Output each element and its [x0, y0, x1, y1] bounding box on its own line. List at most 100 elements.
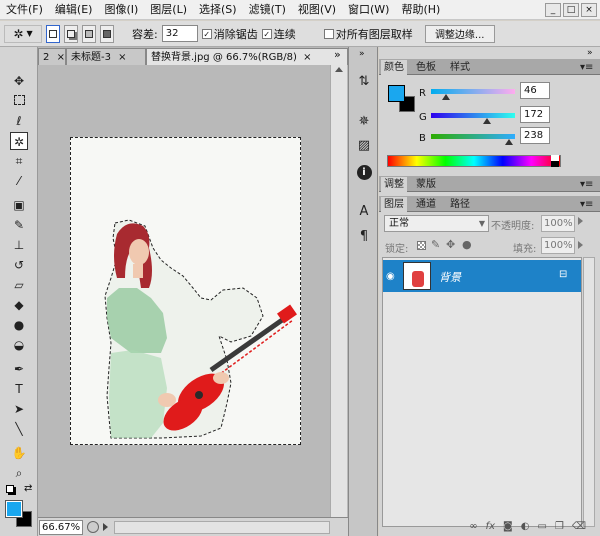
close-button[interactable]: ×: [581, 2, 597, 17]
maximize-button[interactable]: □: [563, 2, 579, 17]
menu-edit[interactable]: 编辑(E): [49, 0, 99, 20]
tab-swatches[interactable]: 色板: [413, 60, 439, 75]
tab-channels[interactable]: 通道: [413, 197, 439, 212]
lock-all-icon[interactable]: ●: [462, 238, 472, 251]
zoom-tool-icon[interactable]: ⌕: [10, 464, 28, 482]
close-icon[interactable]: ×: [118, 52, 126, 63]
tab-replace-background[interactable]: 替换背景.jpg @ 66.7%(RGB/8) ×: [146, 48, 348, 65]
paint-bucket-tool-icon[interactable]: ◆: [10, 296, 28, 314]
brush-tool-icon[interactable]: ✎: [10, 216, 28, 234]
line-tool-icon[interactable]: ╲: [10, 420, 28, 438]
intersect-selection-mode-button[interactable]: [100, 24, 114, 43]
tabs-overflow-icon[interactable]: »: [334, 48, 341, 61]
menu-select[interactable]: 选择(S): [193, 0, 243, 20]
menu-window[interactable]: 窗口(W): [342, 0, 395, 20]
scroll-up-icon[interactable]: [335, 67, 343, 72]
close-icon[interactable]: ×: [57, 52, 65, 63]
tab-adjustments[interactable]: 调整: [381, 177, 407, 192]
marquee-tool-icon[interactable]: [10, 92, 28, 110]
tab-color[interactable]: 颜色: [381, 60, 407, 75]
crop-tool-icon[interactable]: ⌗: [10, 152, 28, 170]
color-spectrum-bar[interactable]: [387, 155, 561, 167]
contiguous-option[interactable]: ✓ 连续: [261, 26, 296, 42]
clone-stamp-tool-icon[interactable]: ⊥: [10, 236, 28, 254]
zoom-level-field[interactable]: 66.67%: [39, 519, 83, 535]
panel-menu-icon[interactable]: ▾≡: [577, 197, 596, 212]
channel-b-thumb[interactable]: [505, 139, 514, 145]
channel-g-value[interactable]: 172: [520, 106, 550, 123]
layers-scrollbar[interactable]: [583, 257, 595, 527]
tab-styles[interactable]: 样式: [447, 60, 473, 75]
fill-dropdown-icon[interactable]: [578, 241, 583, 249]
opacity-input[interactable]: 100%: [541, 215, 575, 232]
opacity-dropdown-icon[interactable]: [578, 217, 583, 225]
tool-preset-picker[interactable]: ✲ ▼: [4, 24, 42, 43]
default-colors-icon[interactable]: [6, 485, 14, 493]
channel-g-thumb[interactable]: [483, 118, 492, 124]
lock-pixels-icon[interactable]: ✎: [431, 238, 440, 251]
channel-r-thumb[interactable]: [442, 94, 451, 100]
add-selection-mode-button[interactable]: [64, 24, 78, 43]
swap-colors-icon[interactable]: ⇄: [24, 483, 32, 494]
info-panel-icon[interactable]: i: [355, 163, 373, 181]
channel-g-slider[interactable]: [431, 113, 515, 118]
layer-thumbnail[interactable]: [403, 262, 431, 290]
adjustment-layer-icon[interactable]: ◐: [521, 521, 530, 532]
horizontal-scrollbar[interactable]: [114, 520, 330, 534]
panels-collapse-icon[interactable]: »: [587, 48, 593, 59]
tab-doc-2[interactable]: 2 ×: [38, 48, 66, 65]
history-panel-icon[interactable]: ⇅: [355, 73, 373, 91]
add-mask-icon[interactable]: ◙: [503, 521, 513, 532]
sample-all-option[interactable]: 对所有图层取样: [323, 26, 413, 42]
channel-b-value[interactable]: 238: [520, 127, 550, 144]
menu-layer[interactable]: 图层(L): [144, 0, 193, 20]
menu-view[interactable]: 视图(V): [292, 0, 342, 20]
magic-wand-tool-icon[interactable]: ✲: [10, 132, 28, 150]
contiguous-checkbox[interactable]: ✓: [261, 28, 272, 39]
actions-panel-icon[interactable]: ✵: [355, 113, 373, 131]
panel-menu-icon[interactable]: ▾≡: [577, 177, 596, 192]
pen-tool-icon[interactable]: ✒: [10, 360, 28, 378]
menu-filter[interactable]: 滤镜(T): [243, 0, 292, 20]
status-menu-icon[interactable]: [103, 523, 108, 531]
dodge-tool-icon[interactable]: ◒: [10, 336, 28, 354]
tab-untitled-3[interactable]: 未标题-3 ×: [66, 48, 146, 65]
menu-help[interactable]: 帮助(H): [395, 0, 446, 20]
menu-file[interactable]: 文件(F): [0, 0, 49, 20]
foreground-color-box[interactable]: [388, 85, 405, 102]
tab-masks[interactable]: 蒙版: [413, 177, 439, 192]
type-tool-icon[interactable]: T: [10, 380, 28, 398]
eraser-tool-icon[interactable]: ▱: [10, 276, 28, 294]
refine-edge-button[interactable]: 调整边缘...: [424, 24, 495, 43]
path-selection-tool-icon[interactable]: ➤: [10, 400, 28, 418]
subtract-selection-mode-button[interactable]: [82, 24, 96, 43]
history-brush-tool-icon[interactable]: ↺: [10, 256, 28, 274]
foreground-color-swatch[interactable]: [5, 500, 23, 518]
document-image[interactable]: [70, 137, 301, 445]
new-layer-icon[interactable]: ❐: [555, 521, 564, 532]
dock-collapse-icon[interactable]: »: [359, 49, 365, 59]
fill-input[interactable]: 100%: [541, 237, 575, 254]
layer-row-background[interactable]: ◉ 背景 ⊟: [383, 260, 581, 292]
hand-tool-icon[interactable]: ✋: [10, 444, 28, 462]
paragraph-panel-icon[interactable]: ¶: [355, 228, 373, 246]
new-selection-mode-button[interactable]: [46, 24, 60, 43]
channel-b-slider[interactable]: [431, 134, 515, 139]
tab-paths[interactable]: 路径: [447, 197, 473, 212]
blur-tool-icon[interactable]: ●: [10, 316, 28, 334]
menu-image[interactable]: 图像(I): [98, 0, 144, 20]
status-info-icon[interactable]: [87, 521, 99, 533]
lock-transparency-icon[interactable]: [417, 241, 426, 250]
new-group-icon[interactable]: ▭: [537, 521, 546, 532]
character-panel-icon[interactable]: A: [355, 203, 373, 221]
sample-all-checkbox[interactable]: [323, 28, 334, 39]
antialias-checkbox[interactable]: ✓: [201, 28, 212, 39]
panel-menu-icon[interactable]: ▾≡: [577, 60, 596, 75]
tab-layers[interactable]: 图层: [381, 197, 407, 212]
eyedropper-tool-icon[interactable]: ⁄: [10, 172, 28, 190]
antialias-option[interactable]: ✓ 消除锯齿: [201, 26, 258, 42]
lock-position-icon[interactable]: ✥: [446, 238, 455, 251]
channel-r-value[interactable]: 46: [520, 82, 550, 99]
tolerance-input[interactable]: 32: [161, 25, 198, 42]
lasso-tool-icon[interactable]: ℓ: [10, 112, 28, 130]
